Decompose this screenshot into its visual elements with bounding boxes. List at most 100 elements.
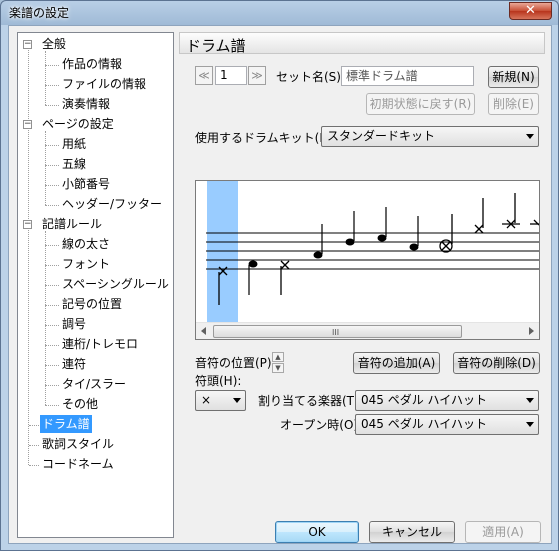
tree-item[interactable]: 線の太さ xyxy=(60,235,112,253)
tree-connector xyxy=(45,365,59,366)
tree-root-connector xyxy=(28,45,29,465)
tree-item[interactable]: ページの設定 xyxy=(40,115,116,133)
collapse-icon[interactable]: − xyxy=(23,220,32,229)
apply-button[interactable]: 適用(A) xyxy=(465,521,541,543)
note-position-label: 音符の位置(P) xyxy=(195,356,272,370)
tree-item[interactable]: 記号の位置 xyxy=(60,295,124,313)
selected-note-column xyxy=(207,181,238,323)
set-name-label: セット名(S): xyxy=(276,70,346,84)
panel-title: ドラム譜 xyxy=(186,37,246,55)
drumkit-select[interactable]: スタンダードキット xyxy=(321,126,539,147)
drum-note-filled[interactable] xyxy=(345,211,355,246)
tree-item[interactable]: 用紙 xyxy=(60,135,88,153)
chevron-down-icon xyxy=(526,398,534,403)
cancel-button[interactable]: キャンセル xyxy=(369,521,455,543)
chevron-down-icon xyxy=(526,422,534,427)
instrument-select[interactable]: 045 ペダル ハイハット xyxy=(355,390,539,411)
position-down-icon[interactable]: ▼ xyxy=(272,363,284,373)
tree-connector xyxy=(45,65,59,66)
ok-button[interactable]: OK xyxy=(275,521,359,543)
tree-item[interactable]: タイ/スラー xyxy=(60,375,128,393)
tree-connector xyxy=(45,385,59,386)
scroll-left-icon[interactable] xyxy=(201,327,206,335)
drum-note-x-high[interactable] xyxy=(474,198,484,234)
delete-set-button[interactable]: 削除(E) xyxy=(488,93,539,115)
tree-connector xyxy=(45,305,59,306)
reset-button[interactable]: 初期状態に戻す(R) xyxy=(366,93,475,115)
drum-note-partial[interactable] xyxy=(530,219,539,226)
tree-connector xyxy=(45,285,59,286)
tree-connector xyxy=(45,245,59,246)
next-set-button[interactable]: ≫ xyxy=(248,66,266,85)
tree-connector xyxy=(45,145,59,146)
tree-item[interactable]: ドラム譜 xyxy=(40,415,92,433)
settings-tree[interactable]: − 全般 作品の情報 ファイルの情報 演奏情報 − ページの設定 用紙 五線 小節番号 ヘッダー/フ… xyxy=(17,32,174,538)
tree-connector xyxy=(45,325,59,326)
tree-connector xyxy=(29,425,39,426)
tree-connector xyxy=(45,185,59,186)
tree-connector xyxy=(45,165,59,166)
tree-item[interactable]: その他 xyxy=(60,395,100,413)
tree-item[interactable]: スペーシングルール xyxy=(60,275,171,293)
add-note-button[interactable]: 音符の追加(A) xyxy=(353,352,440,374)
tree-branch-connector xyxy=(45,131,46,205)
dialog-client: − 全般 作品の情報 ファイルの情報 演奏情報 − ページの設定 用紙 五線 小節番号 ヘッダー/フ… xyxy=(8,25,552,544)
drum-note-x-ledger[interactable] xyxy=(502,193,520,229)
delete-note-button[interactable]: 音符の削除(D) xyxy=(453,352,540,374)
drum-note-filled[interactable] xyxy=(313,224,323,259)
tree-connector xyxy=(45,105,59,106)
tree-item[interactable]: 小節番号 xyxy=(60,175,112,193)
staff-horizontal-scrollbar[interactable]: III xyxy=(196,322,539,339)
open-label: オープン時(O): xyxy=(280,418,363,432)
title-bar: 楽譜の設定 ✕ xyxy=(1,1,558,25)
drum-note-x[interactable] xyxy=(280,260,290,295)
set-number-field[interactable]: 1 xyxy=(215,66,247,85)
tree-item[interactable]: 連符 xyxy=(60,355,88,373)
tree-connector xyxy=(45,405,59,406)
tree-branch-connector xyxy=(45,51,46,105)
open-instrument-value: 045 ペダル ハイハット xyxy=(361,417,488,431)
tree-item[interactable]: 演奏情報 xyxy=(60,95,112,113)
tree-connector xyxy=(45,85,59,86)
notehead-label: 符頭(H): xyxy=(195,374,242,388)
collapse-icon[interactable]: − xyxy=(23,40,32,49)
notehead-select[interactable]: × xyxy=(195,390,246,411)
set-name-field[interactable]: 標準ドラム譜 xyxy=(341,66,474,86)
new-set-button[interactable]: 新規(N) xyxy=(488,66,539,88)
tree-item[interactable]: ヘッダー/フッター xyxy=(60,195,164,213)
drum-note-filled[interactable] xyxy=(377,207,387,242)
tree-item[interactable]: コードネーム xyxy=(40,455,116,473)
scroll-thumb[interactable]: III xyxy=(213,325,462,338)
open-instrument-select[interactable]: 045 ペダル ハイハット xyxy=(355,414,539,435)
prev-set-button[interactable]: ≪ xyxy=(195,66,213,85)
notehead-value: × xyxy=(201,393,212,407)
tree-item[interactable]: フォント xyxy=(60,255,112,273)
tree-item[interactable]: 作品の情報 xyxy=(60,55,124,73)
instrument-value: 045 ペダル ハイハット xyxy=(361,393,488,407)
instrument-label: 割り当てる楽器(T): xyxy=(258,394,363,408)
tree-item[interactable]: 連桁/トレモロ xyxy=(60,335,140,353)
tree-branch-connector xyxy=(45,231,46,405)
close-button[interactable]: ✕ xyxy=(509,2,552,20)
tree-item[interactable]: 調号 xyxy=(60,315,88,333)
tree-item[interactable]: 歌詞スタイル xyxy=(40,435,116,453)
tree-item[interactable]: 五線 xyxy=(60,155,88,173)
tree-item[interactable]: ファイルの情報 xyxy=(60,75,148,93)
chevron-down-icon xyxy=(233,398,241,403)
tree-connector xyxy=(29,465,39,466)
window-title: 楽譜の設定 xyxy=(9,6,70,20)
scroll-right-icon[interactable] xyxy=(529,327,534,335)
scroll-grip: III xyxy=(332,328,340,337)
tree-connector xyxy=(45,265,59,266)
position-up-icon[interactable]: ▲ xyxy=(272,352,284,362)
staff-canvas xyxy=(206,181,539,323)
collapse-icon[interactable]: − xyxy=(23,120,32,129)
tree-connector xyxy=(45,345,59,346)
chevron-down-icon xyxy=(526,134,534,139)
tree-connector xyxy=(29,445,39,446)
drum-note-filled[interactable] xyxy=(248,260,258,296)
drumkit-value: スタンダードキット xyxy=(327,129,436,143)
drum-settings-panel: ドラム譜 ≪ 1 ≫ セット名(S): 標準ドラム譜 新規(N) 初期状態に戻す… xyxy=(179,32,545,538)
tree-item[interactable]: 記譜ルール xyxy=(40,215,104,233)
drum-staff-preview[interactable]: III xyxy=(195,180,540,340)
